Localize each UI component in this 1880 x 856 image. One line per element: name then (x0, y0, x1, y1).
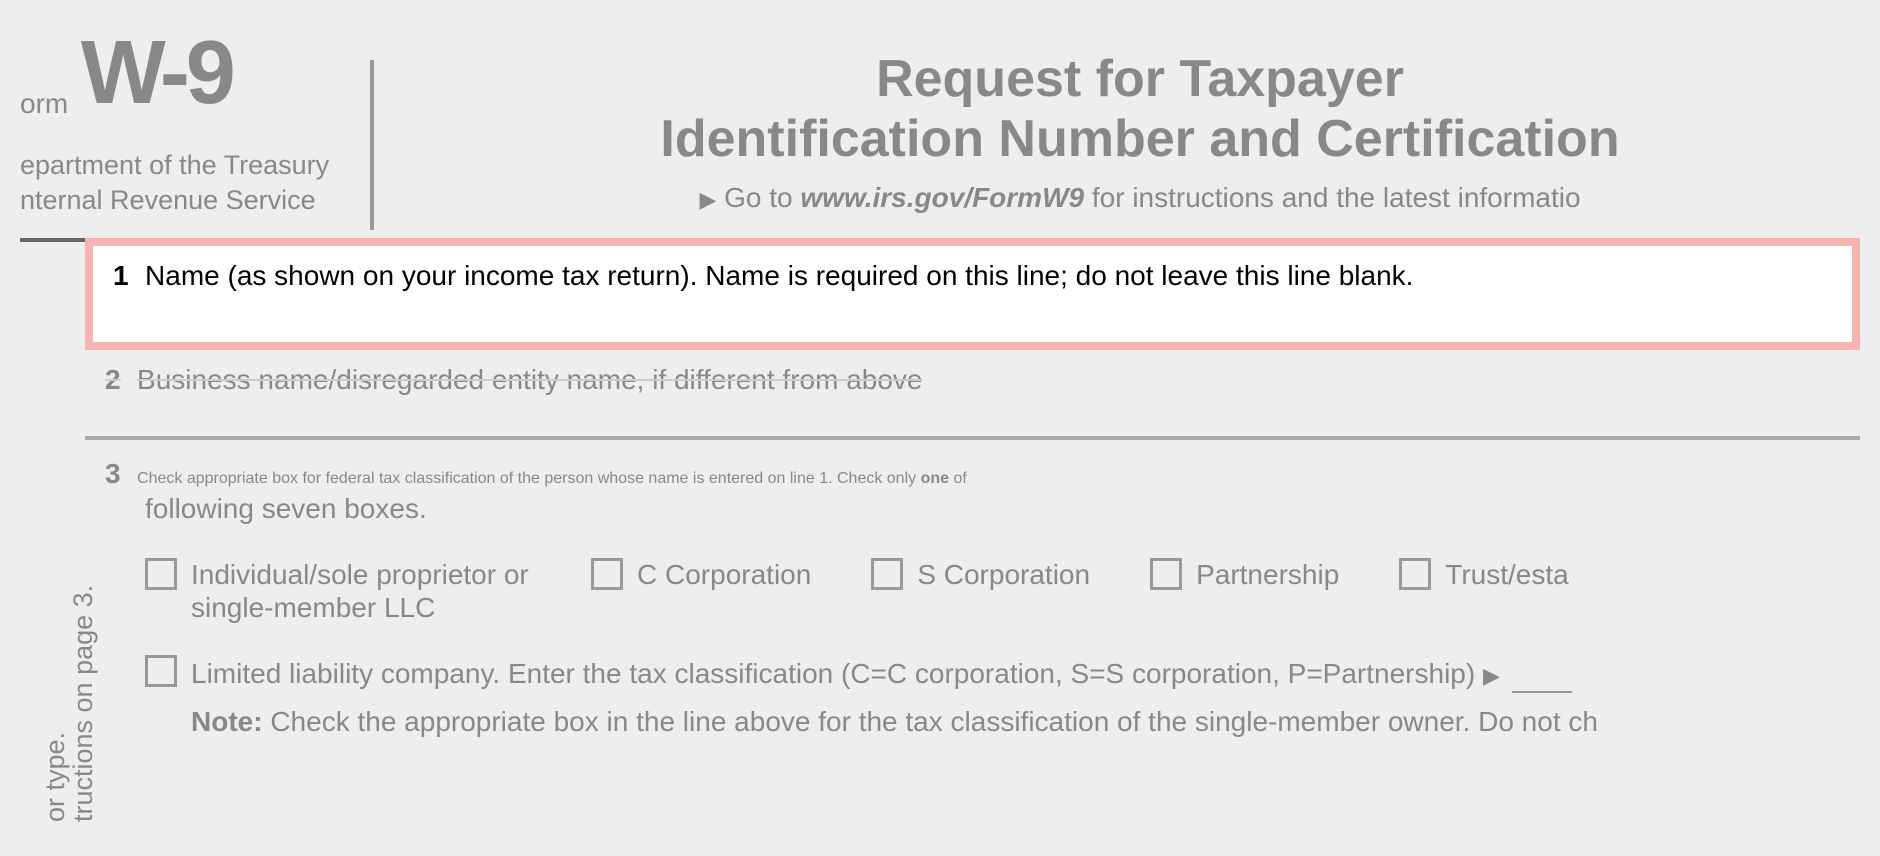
line-3-instruction: 3 Check appropriate box for federal tax … (105, 458, 1840, 528)
checkbox-trust[interactable]: Trust/esta (1399, 558, 1568, 592)
form-title: Request for Taxpayer Identification Numb… (420, 50, 1860, 170)
note-label: Note: (191, 706, 263, 737)
checkbox-partnership[interactable]: Partnership (1150, 558, 1339, 592)
checkbox-box-icon[interactable] (145, 558, 177, 590)
note-text: Check the appropriate box in the line ab… (263, 706, 1598, 737)
checkbox-c-corp[interactable]: C Corporation (591, 558, 811, 592)
title-line-1: Request for Taxpayer (420, 50, 1860, 110)
checkbox-box-icon[interactable] (1399, 558, 1431, 590)
checkbox-box-icon[interactable] (591, 558, 623, 590)
checkbox-s-corp-label: S Corporation (917, 558, 1090, 592)
title-line-2: Identification Number and Certification (420, 110, 1860, 170)
goto-suffix: for instructions and the latest informat… (1084, 182, 1580, 213)
checkbox-individual-label: Individual/sole proprietor or single-mem… (191, 558, 531, 625)
line-3-classification: 3 Check appropriate box for federal tax … (85, 438, 1860, 761)
line-2-text: Business name/disregarded entity name, i… (137, 364, 922, 395)
llc-text: Limited liability company. Enter the tax… (191, 658, 1475, 689)
arrow-icon: ▶ (699, 187, 716, 212)
line-3-number: 3 (105, 458, 121, 489)
form-body: or type. tructions on page 3. 1 Name (as… (20, 242, 1860, 761)
line-1-text: Name (as shown on your income tax return… (145, 260, 1413, 291)
line-2-business-name-field[interactable]: 2 Business name/disregarded entity name,… (85, 350, 1860, 438)
instructions-link: ▶ Go to www.irs.gov/FormW9 for instructi… (420, 182, 1860, 214)
checkbox-c-corp-label: C Corporation (637, 558, 811, 592)
checkbox-box-icon[interactable] (1150, 558, 1182, 590)
form-label-text: orm (20, 90, 68, 118)
llc-input-line[interactable] (1512, 691, 1572, 693)
form-code: W-9 (81, 28, 232, 118)
llc-text-wrapper: Limited liability company. Enter the tax… (191, 655, 1572, 693)
llc-note: Note: Check the appropriate box in the l… (191, 703, 1840, 741)
header-left: orm W-9 epartment of the Treasury nterna… (20, 20, 360, 218)
arrow-icon: ▶ (1483, 663, 1500, 688)
department-text: epartment of the Treasury nternal Revenu… (20, 148, 360, 218)
line-3-text-part3: following seven boxes. (145, 490, 1840, 528)
form-header: orm W-9 epartment of the Treasury nterna… (20, 20, 1860, 230)
checkbox-box-icon[interactable] (145, 655, 177, 687)
checkbox-row: Individual/sole proprietor or single-mem… (105, 558, 1840, 625)
line-1-name-field[interactable]: 1 Name (as shown on your income tax retu… (85, 238, 1860, 350)
form-fields: 1 Name (as shown on your income tax retu… (85, 242, 1860, 761)
dept-line-1: epartment of the Treasury (20, 148, 360, 183)
checkbox-trust-label: Trust/esta (1445, 558, 1568, 592)
checkbox-individual[interactable]: Individual/sole proprietor or single-mem… (145, 558, 531, 625)
header-right: Request for Taxpayer Identification Numb… (360, 20, 1860, 214)
w9-form-container: orm W-9 epartment of the Treasury nterna… (0, 0, 1880, 856)
line-1-number: 1 (113, 260, 129, 291)
line-2-number: 2 (105, 364, 121, 395)
side-column: or type. tructions on page 3. (20, 242, 85, 761)
goto-url: www.irs.gov/FormW9 (800, 182, 1084, 213)
checkbox-partnership-label: Partnership (1196, 558, 1339, 592)
line-3-strong: one (921, 470, 949, 487)
header-divider (370, 60, 374, 230)
dept-line-2: nternal Revenue Service (20, 183, 360, 218)
checkbox-llc[interactable]: Limited liability company. Enter the tax… (105, 655, 1840, 693)
side-text-1: or type. (40, 732, 71, 822)
line-3-text-part2: of (949, 470, 967, 487)
checkbox-box-icon[interactable] (871, 558, 903, 590)
goto-prefix: Go to (724, 182, 800, 213)
line-3-text-part1: Check appropriate box for federal tax cl… (137, 470, 921, 487)
checkbox-s-corp[interactable]: S Corporation (871, 558, 1090, 592)
